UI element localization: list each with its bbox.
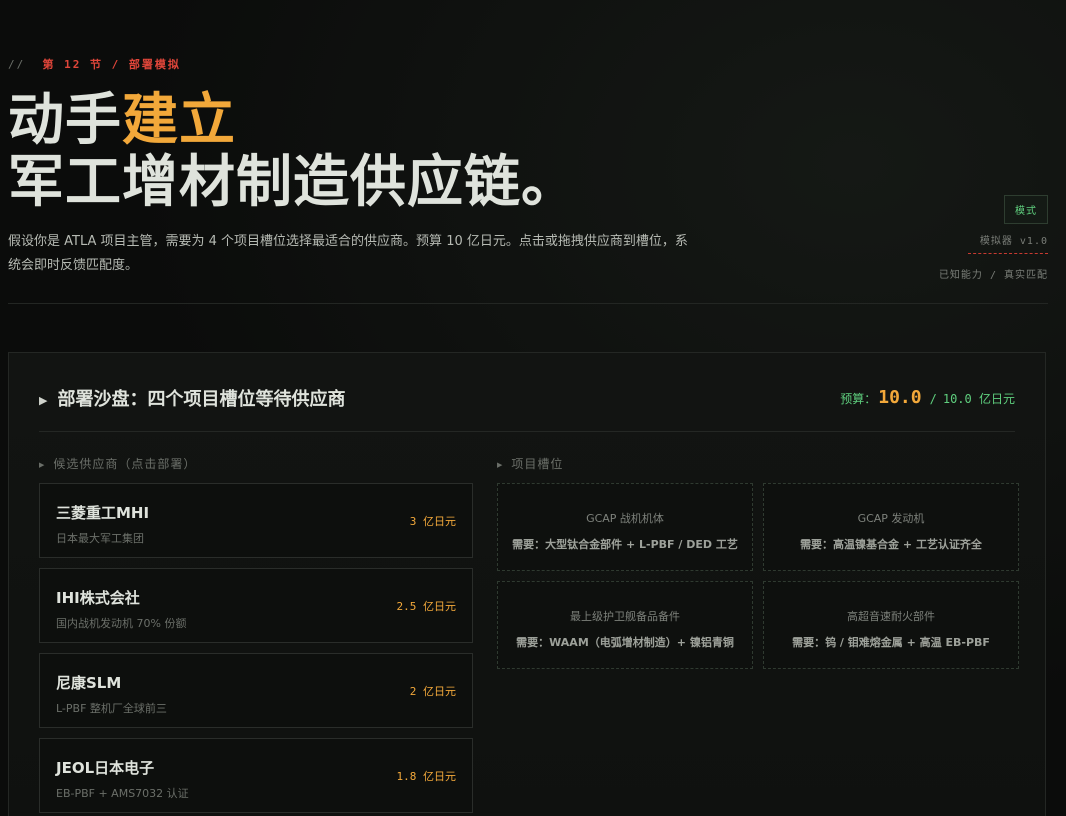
simulator-subtitle: 已知能力 / 真实匹配 <box>938 270 1048 281</box>
budget-label: 预算： <box>840 392 877 406</box>
intro-text: 假设你是 ATLA 项目主管，需要为 4 个项目槽位选择最适合的供应商。预算 1… <box>8 234 688 273</box>
slot-frigate-spares[interactable]: 最上级护卫舰备品备件 需要：WAAM（电弧增材制造）+ 镍铝青铜 <box>497 581 753 669</box>
supplier-price: 3 亿日元 <box>409 515 456 528</box>
mode-button[interactable]: 模式 <box>1004 195 1048 224</box>
slot-name: 高超音速耐火部件 <box>847 610 935 623</box>
supplier-price: 1.8 亿日元 <box>396 770 457 783</box>
red-dash-divider <box>968 253 1048 254</box>
triangle-icon: ▶ <box>39 393 48 407</box>
simulator-version: 模拟器 v1.0 <box>979 236 1048 247</box>
supplier-card-nikon-slm[interactable]: 尼康SLM L-PBF 整机厂全球前三 2 亿日元 <box>39 653 473 728</box>
budget-unit: 亿日元 <box>978 392 1015 406</box>
supplier-name: 尼康SLM <box>56 674 122 692</box>
supplier-card-jeol[interactable]: JEOL日本电子 EB-PBF + AMS7032 认证 1.8 亿日元 <box>39 738 473 813</box>
slot-name: 最上级护卫舰备品备件 <box>570 610 680 623</box>
supplier-card-mhi[interactable]: 三菱重工MHI 日本最大军工集团 3 亿日元 <box>39 483 473 558</box>
suppliers-label-text: 候选供应商（点击部署） <box>53 457 197 471</box>
kicker-text: 第 12 节 / 部署模拟 <box>42 58 181 71</box>
supplier-name: 三菱重工MHI <box>56 504 150 522</box>
slot-gcap-airframe[interactable]: GCAP 战机机体 需要：大型钛合金部件 + L-PBF / DED 工艺 <box>497 483 753 571</box>
slot-requirement: 需要：钨 / 钼难熔金属 + 高温 EB-PBF <box>792 636 990 649</box>
supplier-price: 2.5 亿日元 <box>396 600 457 613</box>
suppliers-label: ▶ 候选供应商（点击部署） <box>39 455 196 472</box>
budget-total: 10.0 <box>942 392 972 406</box>
panel-header: ▶ 部署沙盘：四个项目槽位等待供应商 预算： 10.0/10.0 亿日元 <box>39 377 1015 432</box>
panel-title: ▶ 部署沙盘：四个项目槽位等待供应商 <box>39 385 345 411</box>
supplier-list: 三菱重工MHI 日本最大军工集团 3 亿日元 IHI株式会社 国内战机发动机 7… <box>39 483 473 816</box>
supplier-desc: EB-PBF + AMS7032 认证 <box>56 787 189 800</box>
slots-label-text: 项目槽位 <box>511 457 564 471</box>
supplier-desc: 国内战机发动机 70% 份额 <box>56 617 187 630</box>
slot-gcap-engine[interactable]: GCAP 发动机 需要：高温镍基合金 + 工艺认证齐全 <box>763 483 1019 571</box>
slot-hypersonic-refractory[interactable]: 高超音速耐火部件 需要：钨 / 钼难熔金属 + 高温 EB-PBF <box>763 581 1019 669</box>
triangle-icon: ▶ <box>39 460 46 469</box>
kicker-prefix: // <box>8 58 26 71</box>
slot-name: GCAP 发动机 <box>857 512 925 525</box>
simulator-meta: 模式 模拟器 v1.0 已知能力 / 真实匹配 <box>848 195 1048 281</box>
triangle-icon: ▶ <box>497 460 504 469</box>
supplier-name: JEOL日本电子 <box>56 759 155 777</box>
slot-name: GCAP 战机机体 <box>586 512 664 525</box>
title-line2: 军工增材制造供应链。 <box>8 150 578 215</box>
deploy-sandbox-panel: ▶ 部署沙盘：四个项目槽位等待供应商 预算： 10.0/10.0 亿日元 ▶ 候选供应… <box>8 352 1046 816</box>
section-kicker: // 第 12 节 / 部署模拟 <box>8 56 181 72</box>
project-slot-grid: GCAP 战机机体 需要：大型钛合金部件 + L-PBF / DED 工艺 GC… <box>497 483 1019 669</box>
slot-requirement: 需要：大型钛合金部件 + L-PBF / DED 工艺 <box>512 538 738 551</box>
title-line1-accent: 建立 <box>122 88 236 153</box>
budget-readout: 预算： 10.0/10.0 亿日元 <box>840 387 1015 408</box>
header-divider <box>8 303 1048 304</box>
supplier-price: 2 亿日元 <box>409 685 456 698</box>
slot-requirement: 需要：高温镍基合金 + 工艺认证齐全 <box>800 538 982 551</box>
supplier-name: IHI株式会社 <box>56 589 140 607</box>
budget-current: 10.0 <box>878 387 922 408</box>
budget-slash: / <box>929 392 937 406</box>
slot-requirement: 需要：WAAM（电弧增材制造）+ 镍铝青铜 <box>516 636 734 649</box>
slots-label: ▶ 项目槽位 <box>497 455 563 472</box>
panel-title-text: 部署沙盘：四个项目槽位等待供应商 <box>57 389 346 410</box>
supplier-desc: L-PBF 整机厂全球前三 <box>56 702 167 715</box>
page: // 第 12 节 / 部署模拟 动手建立 军工增材制造供应链。 假设你是 AT… <box>0 0 1066 816</box>
supplier-card-ihi[interactable]: IHI株式会社 国内战机发动机 70% 份额 2.5 亿日元 <box>39 568 473 643</box>
page-title: 动手建立 军工增材制造供应链。 <box>8 90 578 214</box>
supplier-desc: 日本最大军工集团 <box>56 532 144 545</box>
title-line1-plain: 动手 <box>8 88 122 153</box>
